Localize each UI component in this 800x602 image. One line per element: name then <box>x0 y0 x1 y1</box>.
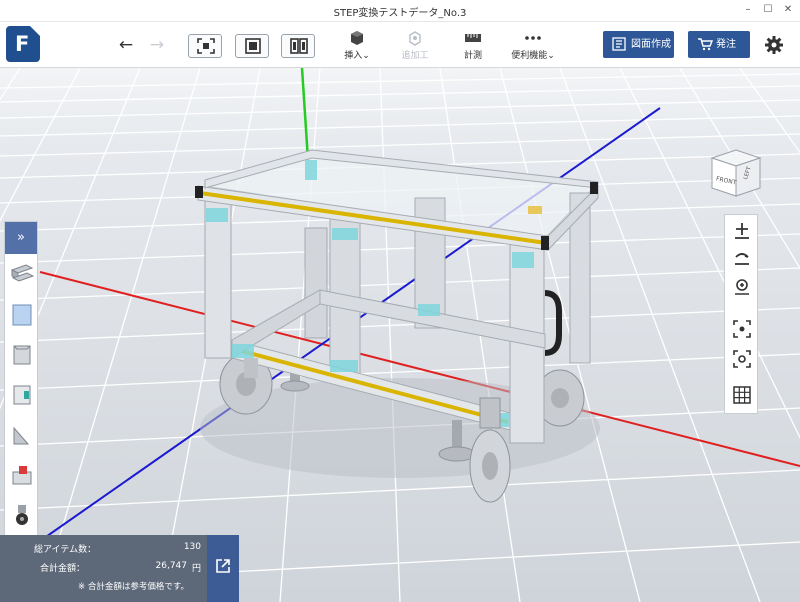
hinge-icon[interactable] <box>9 382 35 408</box>
chevron-down-icon: ⌄ <box>362 51 370 61</box>
maximize-button[interactable]: ☐ <box>760 3 776 17</box>
measure-button[interactable]: 計測 <box>456 30 490 61</box>
logo-fold <box>30 26 40 36</box>
item-count-value: 130 <box>183 542 201 552</box>
order-label: 発注 <box>716 39 736 50</box>
drawing-icon <box>612 37 626 51</box>
undo-button[interactable]: ← <box>116 37 136 54</box>
ruler-icon <box>465 34 481 42</box>
cover-icon[interactable] <box>9 342 35 368</box>
panel-icon[interactable] <box>9 302 35 328</box>
title-bar: STEP変換テストデータ_No.3 – ☐ ✕ <box>0 0 800 22</box>
view-rotate-icon[interactable] <box>732 249 752 269</box>
3d-scene <box>0 68 800 602</box>
window-title: STEP変換テストデータ_No.3 <box>333 8 467 19</box>
bracket-icon[interactable] <box>9 422 35 448</box>
grid-icon[interactable] <box>732 385 752 405</box>
parts-palette: » <box>4 221 38 567</box>
minimize-button[interactable]: – <box>740 3 756 17</box>
fit-selected-icon[interactable] <box>732 349 752 369</box>
zoom-icon[interactable] <box>732 277 752 297</box>
total-label: 合計金額： <box>40 564 86 574</box>
external-link-icon <box>216 559 230 573</box>
view-cube[interactable]: FRONT LEFT <box>706 146 766 198</box>
measure-label: 計測 <box>463 51 482 61</box>
price-note: ※ 合計金額は参考価格です。 <box>78 582 189 592</box>
fit-all-icon[interactable] <box>732 319 752 339</box>
additional-machining-button[interactable]: 追加工 <box>398 30 432 61</box>
view-top-icon[interactable] <box>732 221 752 241</box>
app-logo: F <box>6 26 40 62</box>
create-drawing-label: 図面作成 <box>631 39 671 50</box>
main-toolbar: F ← → 挿入⌄ 追加工 計測 便利機能⌄ 図面作成 発注 <box>0 22 800 68</box>
gear-icon[interactable] <box>764 35 784 55</box>
redo-button[interactable]: → <box>147 37 167 54</box>
more-icon <box>525 36 541 40</box>
single-view-icon <box>245 38 261 54</box>
single-view-button[interactable] <box>235 34 269 58</box>
total-value: 26,747 <box>155 561 188 571</box>
total-row: 合計金額： 26,747 円 <box>0 561 207 575</box>
fit-view-icon <box>197 38 215 54</box>
caster-icon[interactable] <box>9 502 35 528</box>
chevron-down-icon: ⌄ <box>547 51 555 61</box>
fit-view-button[interactable] <box>188 34 222 58</box>
aluminum-frame-icon[interactable] <box>9 262 35 288</box>
item-count-row: 総アイテム数： 130 <box>0 542 207 556</box>
summary-panel: 総アイテム数： 130 合計金額： 26,747 円 ※ 合計金額は参考価格です… <box>0 535 207 602</box>
insert-button[interactable]: 挿入⌄ <box>340 30 374 61</box>
machining-icon <box>409 31 421 46</box>
export-button[interactable] <box>207 535 239 602</box>
3d-viewport[interactable]: FRONT LEFT » <box>0 68 800 602</box>
close-button[interactable]: ✕ <box>780 3 796 17</box>
create-drawing-button[interactable]: 図面作成 <box>603 31 674 58</box>
cart-icon <box>698 38 713 51</box>
view-tools-panel <box>724 214 758 414</box>
split-view-icon <box>290 38 308 54</box>
utility-label: 便利機能 <box>511 51 548 61</box>
utility-button[interactable]: 便利機能⌄ <box>504 30 562 61</box>
additional-label: 追加工 <box>401 51 429 61</box>
item-count-label: 総アイテム数： <box>34 545 97 555</box>
split-view-button[interactable] <box>281 34 315 58</box>
total-unit: 円 <box>191 564 201 574</box>
palette-toggle-button[interactable]: » <box>5 222 37 254</box>
logo-letter: F <box>15 32 30 56</box>
order-button[interactable]: 発注 <box>688 31 750 58</box>
cube-icon <box>351 31 363 45</box>
insert-label: 挿入 <box>344 51 363 61</box>
handle-icon[interactable] <box>9 462 35 488</box>
